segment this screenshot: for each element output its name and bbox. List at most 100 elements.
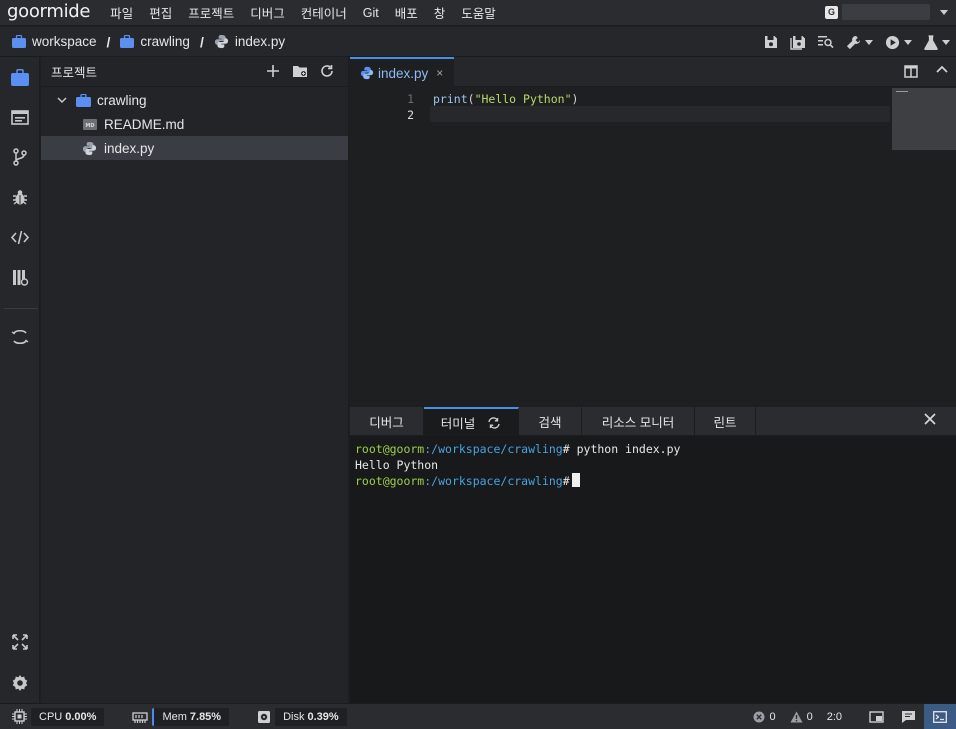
- tree-folder-crawling[interactable]: crawling: [41, 88, 348, 112]
- tab-terminal-label: 터미널: [440, 417, 476, 431]
- tab-debug[interactable]: 디버그: [350, 407, 424, 436]
- collab-icon: [12, 269, 28, 286]
- activity-collab[interactable]: [0, 257, 40, 297]
- refresh-icon[interactable]: [320, 64, 334, 78]
- terminal-user: root@goorm: [355, 474, 425, 488]
- warning-count[interactable]: 0: [790, 711, 813, 723]
- activity-sync[interactable]: [0, 317, 40, 357]
- terminal-toggle-button[interactable]: [924, 704, 956, 729]
- tab-index-py[interactable]: index.py ×: [350, 57, 454, 87]
- refresh-icon[interactable]: [487, 416, 501, 429]
- find-button[interactable]: [818, 35, 834, 49]
- close-panel-button[interactable]: [924, 413, 936, 425]
- chevron-down-icon: [942, 39, 950, 45]
- warning-count-value: 0: [806, 711, 813, 723]
- project-actions: [266, 64, 334, 78]
- app-logo: goormide: [7, 1, 91, 22]
- terminal[interactable]: root@goorm:/workspace/crawling# python i…: [350, 436, 956, 703]
- breadcrumb-separator: /: [199, 33, 204, 50]
- save-icon: [765, 36, 777, 48]
- memory-icon: [132, 711, 149, 723]
- cursor-position[interactable]: 2:0: [827, 711, 842, 723]
- menu-help[interactable]: 도움말: [453, 3, 504, 22]
- error-count[interactable]: 0: [753, 711, 776, 723]
- menu-git[interactable]: Git: [355, 6, 387, 20]
- code-paren: ): [571, 92, 579, 106]
- chat-icon: [901, 711, 915, 723]
- mem-label: Mem: [162, 710, 187, 723]
- cpu-icon: [12, 709, 27, 724]
- activity-outline[interactable]: [0, 97, 40, 137]
- project-title: 프로젝트: [51, 66, 98, 80]
- code-icon: [11, 230, 29, 244]
- save-all-button[interactable]: [790, 35, 806, 50]
- breadcrumb-file-label: index.py: [234, 34, 286, 49]
- activity-code[interactable]: [0, 217, 40, 257]
- google-account-icon: G: [825, 5, 838, 19]
- fullscreen-icon: [12, 634, 28, 650]
- menu-deploy[interactable]: 배포: [387, 3, 426, 22]
- activity-bar: [0, 57, 40, 703]
- tree-file-index[interactable]: index.py: [41, 136, 348, 160]
- sync-icon: [11, 329, 29, 345]
- chevron-up-icon[interactable]: [936, 65, 948, 73]
- memory-usage: Mem 7.85%: [152, 707, 230, 726]
- terminal-path: :/workspace/crawling: [424, 442, 563, 456]
- breadcrumb-folder[interactable]: crawling: [120, 34, 190, 49]
- line-number: 2: [407, 108, 414, 122]
- tab-lint[interactable]: 린트: [695, 407, 756, 436]
- mem-value: 7.85%: [189, 710, 222, 723]
- account-dropdown-icon[interactable]: [940, 9, 948, 15]
- chat-button[interactable]: [892, 704, 924, 729]
- breadcrumb-workspace[interactable]: workspace: [12, 34, 97, 49]
- terminal-output: Hello Python: [355, 457, 439, 472]
- code-editor[interactable]: 1 2 print("Hello Python"): [350, 88, 956, 407]
- code-function: print: [433, 92, 468, 106]
- tab-terminal[interactable]: 터미널: [424, 407, 519, 436]
- menu-edit[interactable]: 편집: [141, 3, 180, 22]
- plus-icon[interactable]: [266, 64, 280, 78]
- activity-debug[interactable]: [0, 177, 40, 217]
- fullscreen-button[interactable]: [0, 622, 40, 662]
- code-line[interactable]: print("Hello Python"): [433, 92, 578, 106]
- python-icon: [214, 34, 228, 49]
- tree-folder-label: crawling: [97, 92, 147, 108]
- cpu-label: CPU: [39, 710, 63, 723]
- tab-close-button[interactable]: ×: [436, 66, 443, 80]
- tree-file-readme[interactable]: MD README.md: [41, 112, 348, 136]
- bug-icon: [13, 189, 27, 205]
- status-bar: CPU 0.00% Mem 7.85% Disk 0.39% 0 0 2:0: [0, 703, 956, 729]
- editor-actions: [904, 65, 948, 78]
- tab-search[interactable]: 검색: [519, 407, 582, 436]
- python-icon: [360, 66, 374, 80]
- menu-project[interactable]: 프로젝트: [180, 3, 242, 22]
- settings-icon: [12, 675, 28, 691]
- terminal-line: root@goorm:/workspace/crawling# python i…: [355, 442, 951, 458]
- terminal-prompt: #: [562, 442, 570, 456]
- tab-label: index.py: [378, 65, 429, 81]
- menu-debug[interactable]: 디버그: [242, 3, 293, 22]
- settings-button[interactable]: [0, 663, 40, 703]
- activity-project[interactable]: [0, 57, 40, 97]
- split-editor-icon[interactable]: [904, 65, 918, 78]
- tab-resource-monitor[interactable]: 리소스 모니터: [582, 407, 695, 436]
- layout-toggle-button[interactable]: [860, 704, 892, 729]
- wrench-icon: [846, 35, 861, 49]
- terminal-icon: [933, 711, 947, 723]
- terminal-prompt: #: [562, 474, 570, 488]
- minimap[interactable]: [892, 88, 956, 150]
- breadcrumb-file[interactable]: index.py: [214, 34, 285, 49]
- menu-window[interactable]: 창: [426, 3, 454, 22]
- run-menu-button[interactable]: [885, 35, 912, 50]
- chevron-down-icon: [57, 96, 67, 103]
- menu-file[interactable]: 파일: [102, 3, 141, 22]
- account-name-box[interactable]: [842, 4, 930, 20]
- new-folder-icon[interactable]: [292, 64, 308, 78]
- test-menu-button[interactable]: [924, 34, 950, 50]
- tools-menu-button[interactable]: [846, 35, 873, 50]
- menu-container[interactable]: 컨테이너: [293, 3, 355, 22]
- python-icon: [82, 141, 97, 155]
- activity-git[interactable]: [0, 137, 40, 177]
- account-menu[interactable]: G: [825, 4, 948, 20]
- save-button[interactable]: [764, 35, 778, 49]
